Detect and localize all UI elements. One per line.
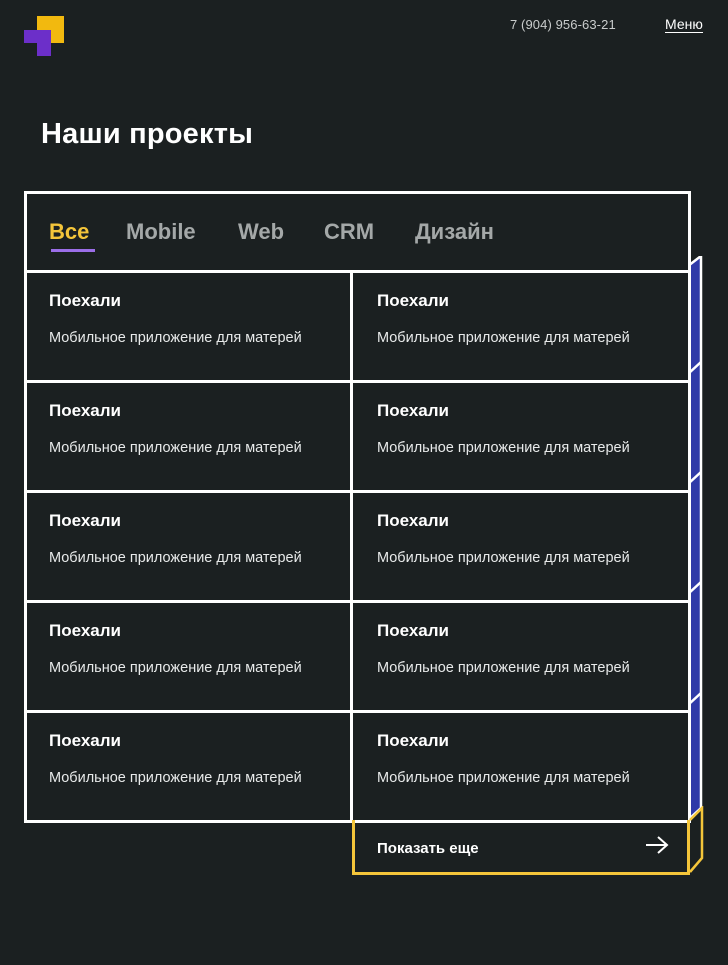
project-description: Мобильное приложение для матерей bbox=[49, 660, 302, 676]
page: 7 (904) 956-63-21 Меню Наши проекты Все … bbox=[0, 0, 728, 965]
project-card[interactable]: Поехали Мобильное приложение для матерей bbox=[353, 713, 688, 820]
project-description: Мобильное приложение для матерей bbox=[49, 440, 302, 456]
logo-purple-stem bbox=[37, 30, 51, 56]
tab-crm[interactable]: CRM bbox=[324, 219, 374, 245]
project-card[interactable]: Поехали Мобильное приложение для матерей bbox=[27, 493, 353, 600]
projects-row: Поехали Мобильное приложение для матерей… bbox=[27, 603, 688, 713]
project-description: Мобильное приложение для матерей bbox=[377, 660, 630, 676]
project-description: Мобильное приложение для матерей bbox=[49, 550, 302, 566]
project-description: Мобильное приложение для матерей bbox=[49, 330, 302, 346]
active-tab-underline bbox=[51, 249, 95, 252]
project-title: Поехали bbox=[377, 621, 449, 640]
project-title: Поехали bbox=[49, 731, 121, 750]
project-card[interactable]: Поехали Мобильное приложение для матерей bbox=[27, 713, 353, 820]
logo-icon[interactable] bbox=[24, 16, 64, 56]
project-title: Поехали bbox=[377, 291, 449, 310]
project-card[interactable]: Поехали Мобильное приложение для матерей bbox=[353, 383, 688, 490]
project-title: Поехали bbox=[377, 731, 449, 750]
show-more-button[interactable]: Показать еще bbox=[352, 820, 690, 875]
page-title: Наши проекты bbox=[41, 118, 254, 150]
project-title: Поехали bbox=[377, 511, 449, 530]
tab-all[interactable]: Все bbox=[49, 219, 89, 245]
project-description: Мобильное приложение для матерей bbox=[377, 770, 630, 786]
project-title: Поехали bbox=[49, 291, 121, 310]
projects-row: Поехали Мобильное приложение для матерей… bbox=[27, 383, 688, 493]
project-card[interactable]: Поехали Мобильное приложение для матерей bbox=[353, 493, 688, 600]
tab-web[interactable]: Web bbox=[238, 219, 284, 245]
project-title: Поехали bbox=[377, 401, 449, 420]
menu-link[interactable]: Меню bbox=[665, 17, 703, 33]
projects-row: Поехали Мобильное приложение для матерей… bbox=[27, 273, 688, 383]
projects-grid: Поехали Мобильное приложение для матерей… bbox=[27, 273, 688, 820]
project-card[interactable]: Поехали Мобильное приложение для матерей bbox=[27, 273, 353, 380]
show-more-label: Показать еще bbox=[377, 840, 479, 857]
arrow-right-icon bbox=[646, 836, 669, 854]
project-description: Мобильное приложение для матерей bbox=[377, 440, 630, 456]
projects-row: Поехали Мобильное приложение для матерей… bbox=[27, 713, 688, 820]
project-title: Поехали bbox=[49, 621, 121, 640]
project-card[interactable]: Поехали Мобильное приложение для матерей bbox=[27, 603, 353, 710]
phone-number[interactable]: 7 (904) 956-63-21 bbox=[510, 17, 616, 32]
tab-mobile[interactable]: Mobile bbox=[126, 219, 196, 245]
project-card[interactable]: Поехали Мобильное приложение для матерей bbox=[27, 383, 353, 490]
projects-row: Поехали Мобильное приложение для матерей… bbox=[27, 493, 688, 603]
project-card[interactable]: Поехали Мобильное приложение для матерей bbox=[353, 273, 688, 380]
project-description: Мобильное приложение для матерей bbox=[49, 770, 302, 786]
project-description: Мобильное приложение для матерей bbox=[377, 550, 630, 566]
tab-design[interactable]: Дизайн bbox=[415, 219, 494, 245]
project-description: Мобильное приложение для матерей bbox=[377, 330, 630, 346]
project-title: Поехали bbox=[49, 511, 121, 530]
project-card[interactable]: Поехали Мобильное приложение для матерей bbox=[353, 603, 688, 710]
projects-board: Все Mobile Web CRM Дизайн Поехали Мобиль… bbox=[24, 191, 691, 823]
filter-tabs: Все Mobile Web CRM Дизайн bbox=[27, 194, 688, 273]
project-title: Поехали bbox=[49, 401, 121, 420]
